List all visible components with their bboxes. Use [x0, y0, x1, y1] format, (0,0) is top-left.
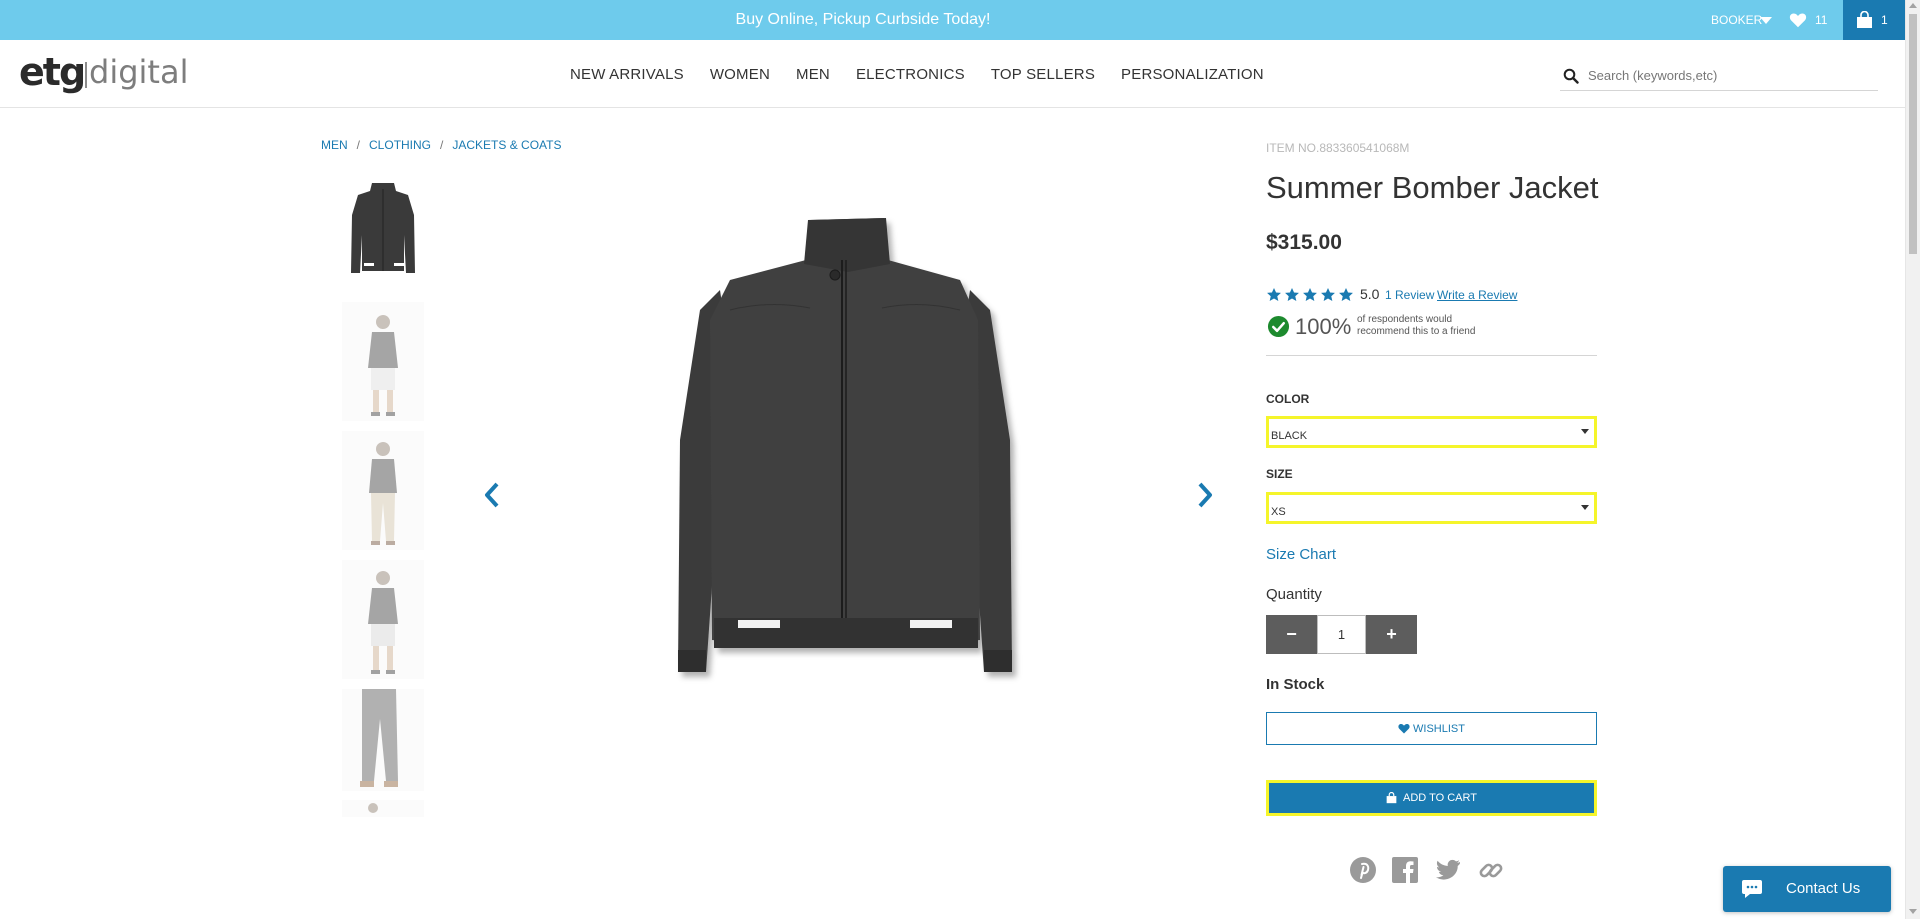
review-count-link[interactable]: 1 Review — [1385, 288, 1434, 302]
divider — [1266, 355, 1597, 356]
color-select[interactable]: BLACK — [1266, 416, 1597, 448]
quantity-label: Quantity — [1266, 586, 1322, 603]
size-select-value: XS — [1271, 506, 1286, 518]
breadcrumb-men[interactable]: MEN — [321, 138, 348, 152]
previous-image-arrow-icon[interactable] — [482, 481, 502, 509]
thumbnail-pants[interactable] — [342, 689, 424, 791]
breadcrumb-clothing[interactable]: CLOTHING — [369, 138, 431, 152]
star-icon — [1285, 288, 1299, 301]
contact-us-label: Contact Us — [1786, 880, 1861, 897]
chevron-down-icon — [1581, 429, 1589, 434]
pinterest-icon[interactable] — [1349, 856, 1377, 884]
quantity-input[interactable] — [1317, 615, 1366, 654]
logo-divider — [85, 62, 87, 88]
nav-women[interactable]: WOMEN — [710, 66, 770, 83]
add-to-cart-label: ADD TO CART — [1403, 792, 1477, 804]
add-to-cart-button[interactable]: ADD TO CART — [1266, 780, 1597, 816]
thumbnail-model-chinos[interactable] — [342, 431, 424, 550]
size-label: SIZE — [1266, 467, 1293, 481]
link-icon[interactable] — [1477, 856, 1505, 884]
recommend-percent: 100% — [1295, 314, 1352, 339]
heart-icon — [1398, 724, 1410, 734]
search-icon[interactable] — [1563, 68, 1579, 84]
stock-status: In Stock — [1266, 676, 1325, 693]
chevron-down-icon[interactable] — [1760, 17, 1772, 24]
model-thumbnail-image — [368, 571, 398, 674]
twitter-icon[interactable] — [1434, 856, 1462, 884]
breadcrumb-jackets-coats[interactable]: JACKETS & COATS — [452, 138, 561, 152]
logo-etg-text: etg — [19, 50, 86, 94]
item-number: ITEM NO.883360541068M — [1266, 141, 1410, 155]
promo-message: Buy Online, Pickup Curbside Today! — [735, 11, 991, 28]
thumbnail-model-shorts[interactable] — [342, 560, 424, 679]
breadcrumb: MEN / CLOTHING / JACKETS & COATS — [321, 138, 562, 152]
thumbnail-partial[interactable] — [342, 800, 424, 817]
model-thumbnail-image — [369, 442, 397, 545]
thumbnail-jacket[interactable] — [342, 175, 424, 280]
page-scrollbar[interactable] — [1905, 0, 1920, 919]
rating-value: 5.0 — [1360, 286, 1380, 302]
search-input[interactable] — [1588, 62, 1874, 88]
size-select[interactable]: XS — [1266, 492, 1597, 524]
scroll-down-arrow-icon[interactable] — [1909, 909, 1917, 914]
nav-men[interactable]: MEN — [796, 66, 830, 83]
jacket-thumbnail-image — [351, 183, 415, 273]
promo-bar: Buy Online, Pickup Curbside Today! BOOKE… — [0, 0, 1905, 40]
logo-digital-text: digital — [89, 53, 189, 91]
check-circle-icon — [1267, 315, 1290, 338]
nav-new-arrivals[interactable]: NEW ARRIVALS — [570, 66, 684, 83]
model-thumbnail-image — [368, 803, 378, 813]
scroll-up-arrow-icon[interactable] — [1909, 3, 1917, 8]
nav-personalization[interactable]: PERSONALIZATION — [1121, 66, 1264, 83]
wishlist-button-label: WISHLIST — [1413, 722, 1465, 735]
product-price: $315.00 — [1266, 231, 1342, 254]
model-thumbnail-image — [368, 315, 398, 416]
quantity-increase-button[interactable]: + — [1366, 615, 1417, 654]
site-header: etg digital NEW ARRIVALS WOMEN MEN ELECT… — [0, 40, 1905, 108]
wishlist-button[interactable]: WISHLIST — [1266, 712, 1597, 745]
color-select-value: BLACK — [1271, 430, 1308, 442]
cart-button[interactable]: 1 — [1843, 0, 1905, 40]
wishlist-count[interactable]: 11 — [1815, 0, 1827, 40]
star-icon — [1339, 288, 1353, 301]
shopping-bag-icon — [1386, 792, 1397, 804]
main-nav: NEW ARRIVALS WOMEN MEN ELECTRONICS TOP S… — [570, 40, 1290, 108]
shopping-bag-icon — [1857, 11, 1872, 28]
nav-top-sellers[interactable]: TOP SELLERS — [991, 66, 1095, 83]
product-title: Summer Bomber Jacket — [1266, 170, 1599, 205]
size-chart-link[interactable]: Size Chart — [1266, 546, 1336, 563]
chevron-down-icon — [1581, 505, 1589, 510]
search-box — [1560, 60, 1878, 91]
rating-stars — [1266, 287, 1356, 303]
scrollbar-thumb[interactable] — [1909, 14, 1917, 254]
facebook-icon[interactable] — [1391, 856, 1419, 884]
account-menu[interactable]: BOOKER — [1711, 0, 1762, 40]
heart-icon[interactable] — [1789, 12, 1807, 28]
quantity-decrease-button[interactable]: − — [1266, 615, 1317, 654]
contact-us-button[interactable]: Contact Us — [1723, 866, 1891, 912]
color-label: COLOR — [1266, 392, 1310, 406]
next-image-arrow-icon[interactable] — [1195, 481, 1215, 509]
star-icon — [1267, 288, 1281, 301]
star-icon — [1303, 288, 1317, 301]
breadcrumb-separator: / — [440, 138, 444, 152]
main-product-image — [678, 218, 1012, 672]
breadcrumb-separator: / — [356, 138, 361, 152]
cart-count: 1 — [1881, 13, 1888, 27]
write-review-link[interactable]: Write a Review — [1437, 288, 1517, 302]
pants-thumbnail-image — [360, 689, 398, 787]
nav-electronics[interactable]: ELECTRONICS — [856, 66, 965, 83]
recommend-text: of respondents would recommend this to a… — [1357, 314, 1476, 337]
chat-bubble-icon — [1742, 880, 1762, 898]
star-icon — [1321, 288, 1335, 301]
thumbnail-model-front-shorts[interactable] — [342, 302, 424, 421]
